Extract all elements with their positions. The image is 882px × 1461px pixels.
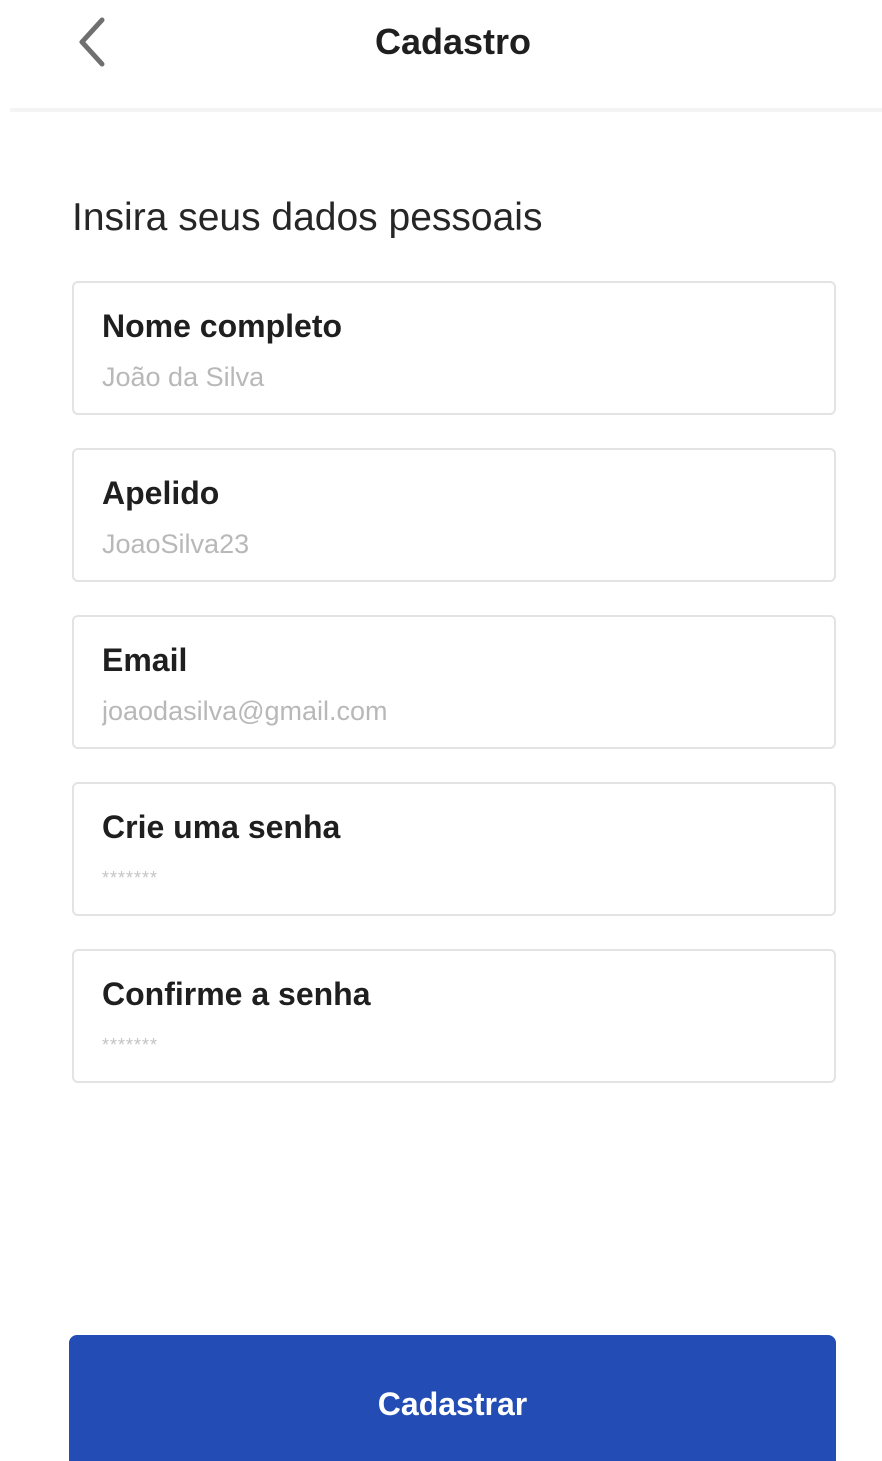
email-input[interactable]: [102, 693, 802, 729]
confirm-password-field[interactable]: Confirme a senha: [72, 949, 836, 1083]
create-password-input[interactable]: [102, 860, 802, 896]
page-title: Cadastro: [374, 21, 532, 62]
nickname-label: Apelido: [102, 475, 220, 511]
full-name-input[interactable]: [102, 359, 802, 395]
app-header: Cadastro: [0, 0, 882, 112]
confirm-password-input[interactable]: [102, 1027, 802, 1063]
signup-screen: Cadastro Insira seus dados pessoais Nome…: [0, 0, 882, 1461]
form-heading: Insira seus dados pessoais: [72, 196, 543, 239]
full-name-field[interactable]: Nome completo: [72, 281, 836, 415]
email-label: Email: [102, 642, 188, 678]
register-button-label: Cadastrar: [377, 1386, 528, 1422]
nickname-input[interactable]: [102, 526, 802, 562]
full-name-label: Nome completo: [102, 308, 343, 344]
confirm-password-label: Confirme a senha: [102, 976, 371, 1012]
nickname-field[interactable]: Apelido: [72, 448, 836, 582]
email-field[interactable]: Email: [72, 615, 836, 749]
header-divider: [10, 108, 882, 112]
create-password-label: Crie uma senha: [102, 809, 341, 845]
register-button[interactable]: Cadastrar: [69, 1335, 836, 1461]
create-password-field[interactable]: Crie uma senha: [72, 782, 836, 916]
